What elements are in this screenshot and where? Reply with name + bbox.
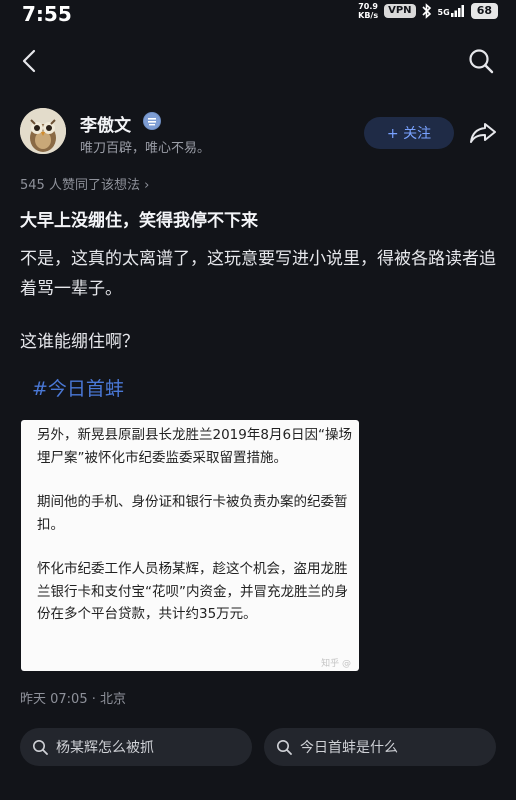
suggested-search-chip[interactable]: 今日首蚌是什么: [264, 728, 496, 766]
image-watermark: 知乎 @: [321, 659, 351, 669]
post-image[interactable]: 另外，新晃县原副县长龙胜兰2019年8月6日因“操场埋尸案”被怀化市纪委监委采取…: [21, 420, 359, 671]
search-icon: [33, 740, 48, 755]
share-button[interactable]: [466, 117, 500, 149]
status-time: 7:55: [22, 2, 72, 26]
bluetooth-icon: [421, 3, 431, 19]
network-speed: 70.9 KB/s: [358, 2, 379, 20]
share-icon: [470, 123, 496, 143]
hashtag-link[interactable]: #今日首蚌: [32, 374, 124, 401]
signal-indicator: 5G: [438, 5, 465, 17]
search-button[interactable]: [466, 46, 496, 76]
image-paragraph: 怀化市纪委工作人员杨某辉，趁这个机会，盗用龙胜兰银行卡和支付宝“花呗”内资金，并…: [37, 561, 348, 622]
search-icon: [469, 49, 494, 74]
status-indicators: 70.9 KB/s VPN 5G 68: [358, 0, 498, 22]
post-paragraph: 不是，这真的太离谱了，这玩意要写进小说里，得被各路读者追着骂一辈子。: [20, 249, 496, 299]
post-title: 大早上没绷住，笑得我停不下来: [20, 211, 258, 231]
search-icon: [277, 740, 292, 755]
signal-icon: [450, 5, 464, 17]
suggested-search-label: 今日首蚌是什么: [300, 740, 398, 756]
image-paragraph: 期间他的手机、身份证和银行卡被负责办案的纪委暂扣。: [37, 494, 348, 533]
image-paragraph: 另外，新晃县原副县长龙胜兰2019年8月6日因“操场埋尸案”被怀化市纪委监委采取…: [37, 427, 353, 466]
back-button[interactable]: [14, 46, 44, 76]
vpn-badge: VPN: [384, 4, 416, 18]
owl-avatar-image: [20, 108, 66, 154]
suggested-search-chip[interactable]: 杨某辉怎么被抓: [20, 728, 252, 766]
follow-button[interactable]: + 关注: [364, 117, 454, 149]
battery-indicator: 68: [470, 3, 498, 19]
post-paragraph: 这谁能绷住啊？: [20, 332, 139, 352]
author-bio: 唯刀百辟，唯心不易。: [80, 141, 211, 156]
verified-badge-icon: [143, 112, 161, 130]
post-image-text: 另外，新晃县原副县长龙胜兰2019年8月6日因“操场埋尸案”被怀化市纪委监委采取…: [37, 424, 355, 626]
likes-count[interactable]: 545 人赞同了该想法 ›: [20, 174, 149, 193]
suggested-search-label: 杨某辉怎么被抓: [56, 740, 154, 756]
post-time-location: 昨天 07:05 · 北京: [20, 692, 126, 707]
chevron-left-icon: [22, 49, 36, 73]
author-name[interactable]: 李傲文: [80, 111, 131, 136]
author-avatar[interactable]: [20, 108, 66, 154]
